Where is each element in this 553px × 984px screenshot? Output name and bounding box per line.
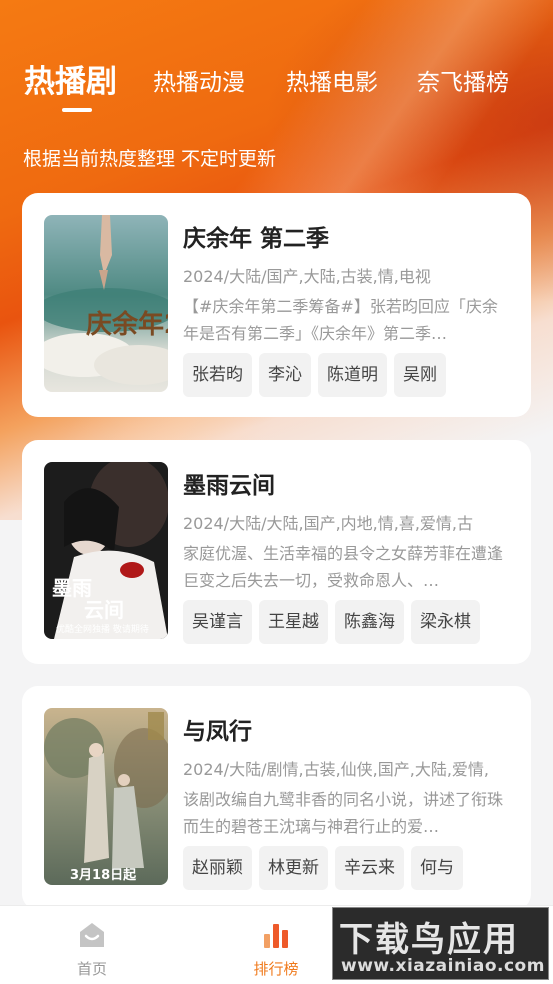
drama-meta: 2024/大陆/剧情,古装,仙侠,国产,大陆,爱情, [183, 760, 490, 779]
svg-text:墨雨: 墨雨 [52, 576, 92, 600]
cast-chip[interactable]: 辛云来 [335, 846, 404, 890]
cast-chip[interactable]: 李沁 [259, 353, 311, 397]
cast-list: 吴谨言 王星越 陈鑫海 梁永棋 [183, 600, 480, 644]
cast-chip[interactable]: 吴刚 [394, 353, 446, 397]
tab-netflix-chart[interactable]: 奈飞播榜 [417, 63, 509, 97]
drama-card[interactable]: 3月18日起 与凤行 2024/大陆/剧情,古装,仙侠,国产,大陆,爱情, 该剧… [22, 686, 531, 910]
drama-description: 【#庆余年第二季筹备#】张若昀回应「庆余年是否有第二季」《庆余年》第二季… [183, 297, 498, 343]
poster-subtext: 优酷全网独播 敬请期待 [56, 623, 149, 635]
drama-description: 家庭优渥、生活幸福的县令之女薛芳菲在遭逢巨变之后失去一切，受救命恩人、… [183, 544, 504, 590]
poster-date-text: 3月18日起 [70, 867, 137, 883]
drama-poster[interactable]: 庆余年2 [44, 215, 168, 392]
drama-poster[interactable]: 墨雨 云间 优酷全网独播 敬请期待 [44, 462, 168, 639]
cast-chip[interactable]: 张若昀 [183, 353, 252, 397]
home-icon [80, 923, 104, 947]
bar-chart-icon [264, 924, 288, 948]
poster-title-text: 庆余年2 [86, 309, 168, 340]
drama-card[interactable]: 庆余年2 庆余年 第二季 2024/大陆/国产,大陆,古装,情,电视 【#庆余年… [22, 193, 531, 417]
cast-list: 赵丽颖 林更新 辛云来 何与 [183, 846, 463, 890]
svg-text:云间: 云间 [84, 598, 124, 622]
nav-ranking[interactable]: 排行榜 [216, 906, 336, 984]
cast-list: 张若昀 李沁 陈道明 吴刚 [183, 353, 446, 397]
cast-chip[interactable]: 陈道明 [318, 353, 387, 397]
drama-meta: 2024/大陆/大陆,国产,内地,情,喜,爱情,古 [183, 514, 474, 533]
watermark-title: 下载鸟应用 [339, 920, 519, 960]
cast-chip[interactable]: 何与 [411, 846, 463, 890]
nav-home-label: 首页 [76, 960, 107, 978]
drama-meta: 2024/大陆/国产,大陆,古装,情,电视 [183, 267, 431, 286]
cast-chip[interactable]: 赵丽颖 [183, 846, 252, 890]
list-subtitle: 根据当前热度整理 不定时更新 [23, 148, 277, 170]
nav-home[interactable]: 首页 [32, 906, 152, 984]
cast-chip[interactable]: 吴谨言 [183, 600, 252, 644]
tab-hot-anime[interactable]: 热播动漫 [153, 63, 245, 97]
drama-poster[interactable]: 3月18日起 [44, 708, 168, 885]
cast-chip[interactable]: 陈鑫海 [335, 600, 404, 644]
cast-chip[interactable]: 梁永棋 [411, 600, 480, 644]
drama-title: 庆余年 第二季 [183, 226, 330, 252]
drama-title: 墨雨云间 [183, 473, 275, 499]
drama-description: 该剧改编自九鹭非香的同名小说，讲述了衔珠而生的碧苍王沈璃与神君行止的爱… [183, 790, 504, 836]
cast-chip[interactable]: 王星越 [259, 600, 328, 644]
cast-chip[interactable]: 林更新 [259, 846, 328, 890]
watermark-logo: 下载鸟应用 www.xiazainiao.com [332, 907, 549, 980]
tab-hot-drama[interactable]: 热播剧 [24, 56, 117, 101]
watermark-url: www.xiazainiao.com [341, 956, 545, 976]
drama-card[interactable]: 墨雨 云间 优酷全网独播 敬请期待 墨雨云间 2024/大陆/大陆,国产,内地,… [22, 440, 531, 664]
drama-title: 与凤行 [183, 719, 252, 745]
category-tabs: 热播剧 热播动漫 热播电影 奈飞播榜 [0, 52, 553, 112]
nav-ranking-label: 排行榜 [253, 960, 299, 978]
tab-hot-movie[interactable]: 热播电影 [286, 63, 378, 97]
active-tab-indicator [62, 108, 92, 112]
